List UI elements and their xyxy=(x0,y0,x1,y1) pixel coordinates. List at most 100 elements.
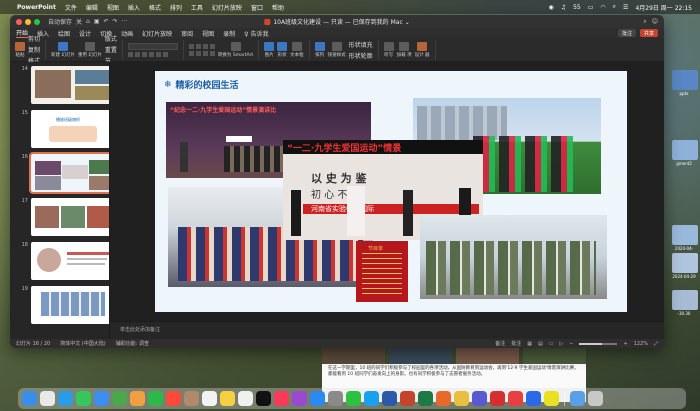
autosave-toggle[interactable]: 关 xyxy=(76,17,82,26)
browser-icon[interactable] xyxy=(436,391,451,406)
tab-animations[interactable]: 动画 xyxy=(121,29,133,38)
textbox-button[interactable]: 文本框 xyxy=(290,41,304,58)
align-center-icon[interactable] xyxy=(195,50,201,56)
minimize-button[interactable] xyxy=(25,18,31,25)
launchpad-icon[interactable] xyxy=(40,391,55,406)
desktop-file-icon[interactable] xyxy=(672,290,698,310)
accessibility-status[interactable]: 辅助功能: 调查 xyxy=(116,340,149,347)
zoom-in-icon[interactable]: + xyxy=(623,341,627,347)
slide-thumbnail[interactable]: 19 xyxy=(20,286,109,324)
comments-button[interactable]: 批注 xyxy=(617,29,636,37)
copy-button[interactable]: 复制 xyxy=(28,45,40,54)
shape-outline-button[interactable]: 形状轮廓 xyxy=(349,51,373,60)
menu-file[interactable]: 文件 xyxy=(65,3,77,12)
tab-slideshow[interactable]: 幻灯片放映 xyxy=(142,29,172,38)
messages-icon[interactable] xyxy=(76,391,91,406)
youdao-icon[interactable] xyxy=(508,391,523,406)
dictate-button[interactable]: 听写 xyxy=(383,41,394,58)
zoom-slider[interactable] xyxy=(579,342,618,345)
menu-insert[interactable]: 插入 xyxy=(128,3,140,12)
control-center-icon[interactable]: ☰ xyxy=(623,4,628,11)
app-store-icon[interactable] xyxy=(310,391,325,406)
strikethrough-icon[interactable] xyxy=(148,51,154,57)
reuse-slides-button[interactable]: 重用 幻灯片 xyxy=(78,41,102,58)
slide-thumbnail-active[interactable]: 16 xyxy=(20,152,109,194)
wifi-icon[interactable]: ◠ xyxy=(600,4,605,11)
tv-icon[interactable] xyxy=(256,391,271,406)
picture-button[interactable]: 图片 xyxy=(264,41,275,58)
safari-icon[interactable] xyxy=(58,391,73,406)
undo-icon[interactable]: ↶ xyxy=(104,18,109,25)
program-sheet-photo[interactable]: 节目单 xyxy=(356,241,408,302)
slide-thumbnail[interactable]: 15 播放班级旗帜 xyxy=(20,110,109,148)
share-button[interactable]: 共享 xyxy=(639,29,658,37)
baidu-icon[interactable] xyxy=(526,391,541,406)
menu-help[interactable]: 帮助 xyxy=(272,3,284,12)
align-right-icon[interactable] xyxy=(202,50,208,56)
cut-button[interactable]: 剪切 xyxy=(28,34,40,43)
document-title-text[interactable]: 10A班级文化建设 — 只读 — 已保存到我的 Mac ⌄ xyxy=(273,17,409,26)
shapes-button[interactable]: 形状 xyxy=(277,41,288,58)
align-left-icon[interactable] xyxy=(188,50,194,56)
maps-icon[interactable] xyxy=(112,391,127,406)
tab-draw[interactable]: 绘图 xyxy=(58,29,70,38)
app-menu[interactable]: PowerPoint xyxy=(17,4,56,11)
more-icon[interactable]: ··· xyxy=(122,18,128,25)
powerpoint-icon[interactable] xyxy=(400,391,415,406)
quick-styles-button[interactable]: 快速样式 xyxy=(328,41,346,58)
notes-pane[interactable]: 单击此处添加备注 xyxy=(110,321,664,339)
trash-icon[interactable] xyxy=(588,391,603,406)
smartart-button[interactable]: 转换为 SmartArt xyxy=(218,41,253,58)
indent-icon[interactable] xyxy=(202,43,208,49)
bullets-icon[interactable] xyxy=(188,43,194,49)
highlight-icon[interactable] xyxy=(162,51,168,57)
slide-thumbnail[interactable]: 18 xyxy=(20,242,109,280)
wechat-icon[interactable] xyxy=(346,391,361,406)
desktop-file-icon[interactable] xyxy=(672,70,698,90)
uniform-group-photo[interactable] xyxy=(420,215,607,299)
feedback-icon[interactable]: ☺ xyxy=(652,18,658,26)
justify-icon[interactable] xyxy=(209,50,215,56)
designer-button[interactable]: 设计 器 xyxy=(415,41,430,58)
notes-icon[interactable] xyxy=(220,391,235,406)
slide-thumbnail[interactable]: 14 xyxy=(20,66,109,104)
slideshow-icon[interactable]: ▷ xyxy=(559,341,563,347)
slide-thumbnails-pane[interactable]: 14 15 播放班级旗帜 16 17 18 19 xyxy=(10,62,110,339)
italic-icon[interactable] xyxy=(134,51,140,57)
menu-view[interactable]: 视图 xyxy=(107,3,119,12)
menu-tools[interactable]: 工具 xyxy=(191,3,203,12)
desktop-file-icon[interactable] xyxy=(672,225,698,245)
tab-tell-me[interactable]: ♀ 告诉我 xyxy=(244,29,268,38)
wps-icon[interactable] xyxy=(490,391,505,406)
zoom-level[interactable]: 122% xyxy=(634,341,648,347)
current-slide[interactable]: ❄ 精彩的校园生活 “纪念一二·九学生爱国运动”情景演讲比 “一二·九学生爱国运… xyxy=(155,71,627,312)
tab-review[interactable]: 审阅 xyxy=(181,29,193,38)
search-icon[interactable]: ⌕ xyxy=(613,3,616,11)
photos-icon[interactable] xyxy=(130,391,145,406)
tab-view[interactable]: 视图 xyxy=(202,29,214,38)
menu-arrange[interactable]: 排列 xyxy=(170,3,182,12)
addins-button[interactable]: 加载 项 xyxy=(397,41,412,58)
mail-icon[interactable] xyxy=(94,391,109,406)
menu-format[interactable]: 格式 xyxy=(149,3,161,12)
teams-icon[interactable] xyxy=(472,391,487,406)
word-icon[interactable] xyxy=(382,391,397,406)
zoom-button[interactable] xyxy=(34,18,40,25)
tab-design[interactable]: 设计 xyxy=(79,29,91,38)
facetime-icon[interactable] xyxy=(148,391,163,406)
contacts-icon[interactable] xyxy=(184,391,199,406)
status-icon[interactable]: ◉ xyxy=(548,4,553,11)
podcasts-icon[interactable] xyxy=(292,391,307,406)
slide-thumbnail[interactable]: 17 xyxy=(20,198,109,236)
close-button[interactable] xyxy=(16,18,22,25)
qq-icon[interactable] xyxy=(364,391,379,406)
freeform-icon[interactable] xyxy=(238,391,253,406)
reminders-icon[interactable] xyxy=(202,391,217,406)
tab-record[interactable]: 录制 xyxy=(223,29,235,38)
finder-icon[interactable] xyxy=(22,391,37,406)
new-slide-button[interactable]: 新建 幻灯片 xyxy=(51,41,75,58)
font-name-select[interactable] xyxy=(127,42,178,50)
layout-button[interactable]: 版式 xyxy=(105,34,117,43)
outdent-icon[interactable] xyxy=(209,43,215,49)
shape-fill-button[interactable]: 形状填充 xyxy=(349,40,373,49)
